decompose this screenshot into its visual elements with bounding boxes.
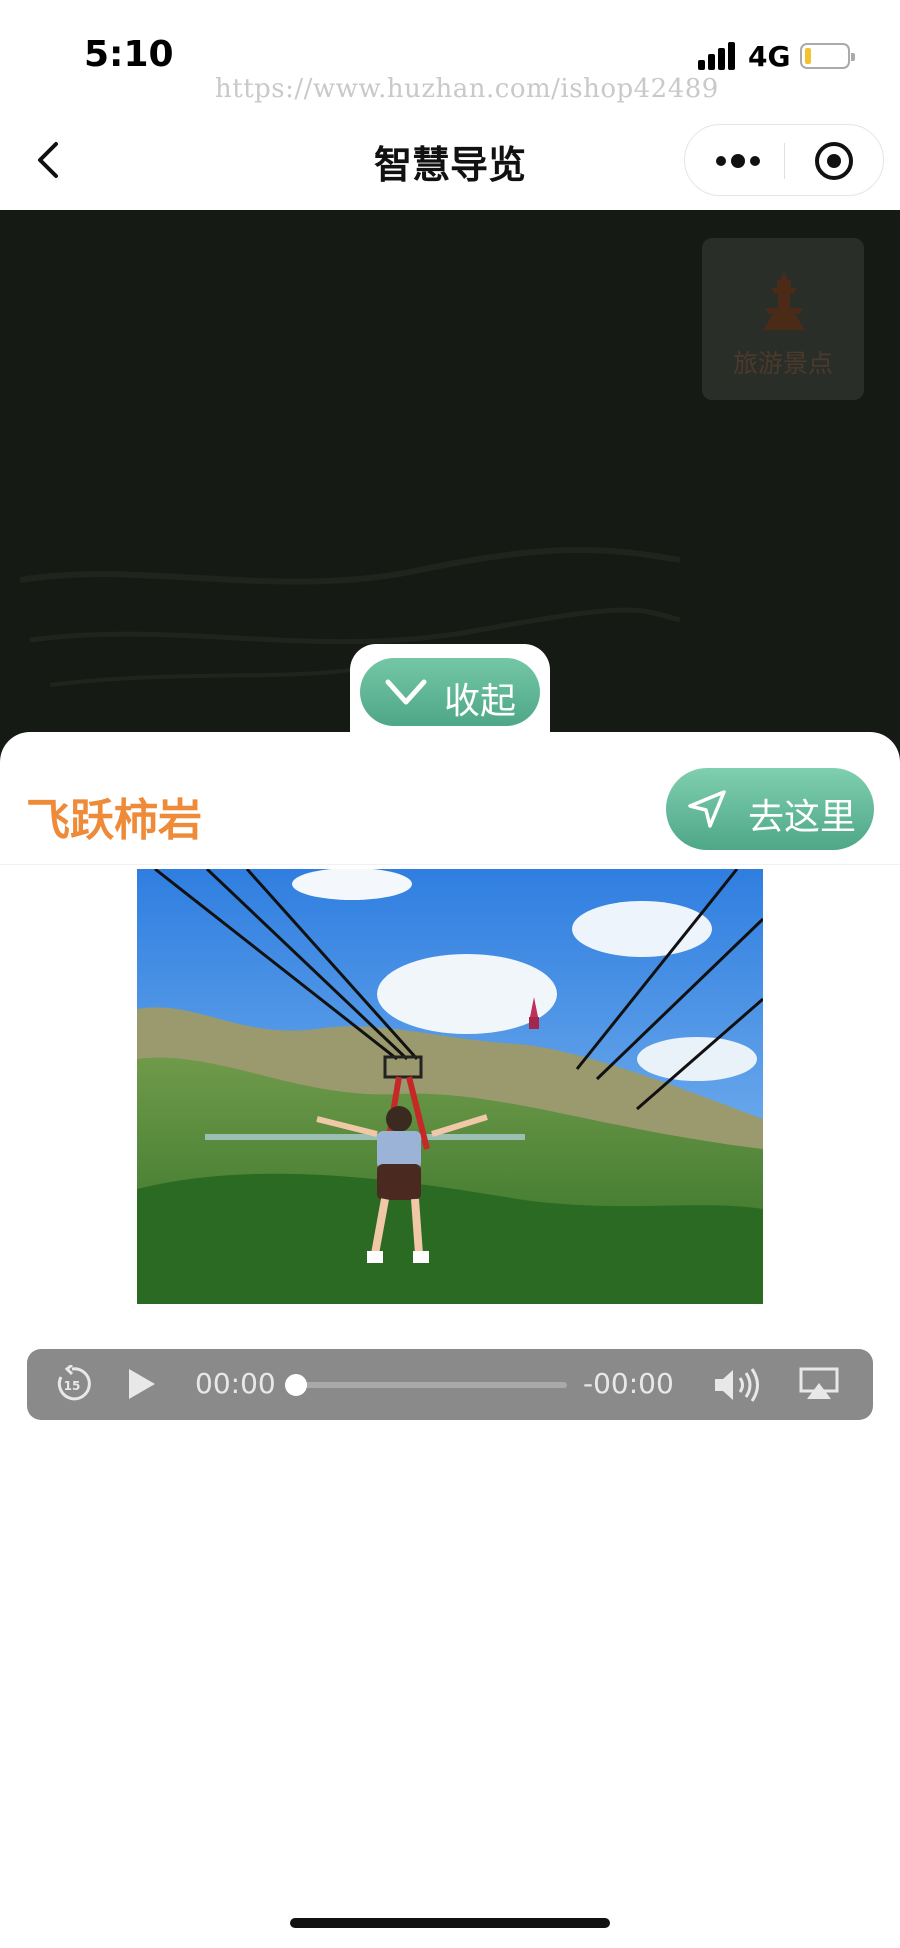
progress-track[interactable] <box>297 1382 567 1388</box>
airplay-icon[interactable] <box>799 1367 839 1401</box>
scenic-spots-label: 旅游景点 <box>732 349 833 378</box>
signal-icon <box>698 42 738 70</box>
close-button[interactable] <box>814 141 854 181</box>
play-icon[interactable] <box>127 1367 157 1401</box>
scenic-spots-button[interactable]: 旅游景点 <box>702 238 864 400</box>
target-close-icon <box>815 142 853 180</box>
current-time: 00:00 <box>195 1367 276 1400</box>
status-time: 5:10 <box>84 34 174 75</box>
battery-icon <box>800 43 855 69</box>
svg-text:15: 15 <box>64 1379 81 1393</box>
volume-icon[interactable] <box>713 1367 763 1403</box>
network-label: 4G <box>748 40 791 73</box>
tower-icon <box>763 272 805 330</box>
go-here-label: 去这里 <box>748 797 857 838</box>
remaining-time: -00:00 <box>583 1367 674 1400</box>
nav-bar: 智慧导览 <box>0 110 900 210</box>
go-here-button[interactable]: 去这里 <box>666 768 874 850</box>
chevron-down-icon <box>385 679 427 705</box>
more-button[interactable] <box>713 147 763 175</box>
watermark-text: https://www.huzhan.com/ishop42489 <box>215 74 719 104</box>
skip-back-15-icon[interactable]: 15 <box>53 1365 91 1403</box>
status-bar: 5:10 https://www.huzhan.com/ishop42489 4… <box>0 0 900 110</box>
page: 5:10 https://www.huzhan.com/ishop42489 4… <box>0 0 900 1948</box>
panel-divider <box>0 864 900 865</box>
spot-title: 飞跃柿岩 <box>26 795 202 846</box>
progress-knob[interactable] <box>285 1374 307 1396</box>
home-indicator <box>290 1918 610 1928</box>
more-dots-icon <box>716 154 760 168</box>
audio-player: 15 00:00 -00:00 <box>27 1349 873 1420</box>
navigation-arrow-icon <box>688 790 726 828</box>
collapse-button[interactable]: 收起 <box>360 658 540 726</box>
mini-program-capsule <box>684 124 884 196</box>
spot-photo <box>137 869 763 1304</box>
collapse-label: 收起 <box>444 681 517 722</box>
